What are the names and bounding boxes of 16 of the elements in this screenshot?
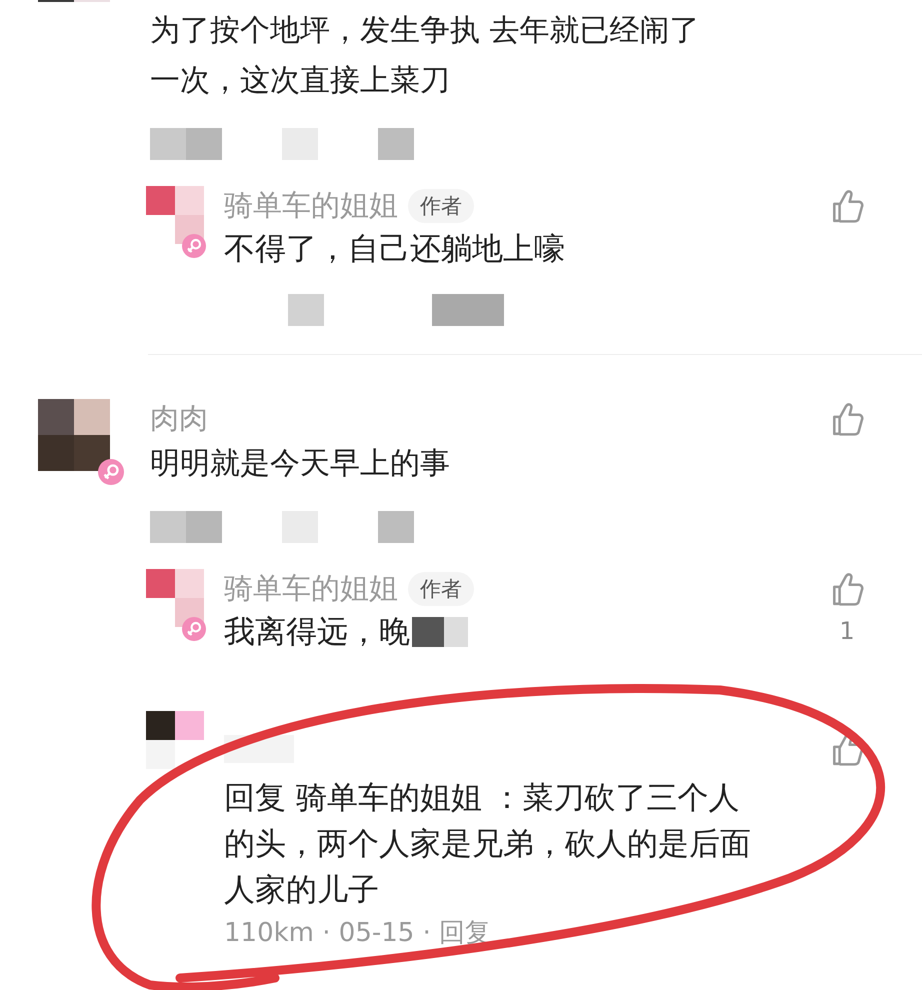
reply-text: 我离得远，晚 — [224, 613, 410, 652]
comment-text: 明明就是今天早上的事 — [150, 445, 451, 483]
author-badge: 作者 — [408, 189, 474, 223]
thumbs-up-icon[interactable] — [830, 401, 864, 437]
user-name[interactable]: 肉肉 — [150, 399, 208, 439]
author-badge: 作者 — [408, 572, 474, 606]
thumbs-up-icon[interactable] — [830, 188, 864, 224]
reply-text: 不得了，自己还躺地上嚎 — [224, 230, 565, 269]
reply-text: 回复 骑单车的姐姐 ：菜刀砍了三个人的头，两个人家是兄弟，砍人的是后面人家的儿子 — [224, 779, 752, 910]
comment-text: 为了按个地坪，发生争执 去年就已经闹了一次，这次直接上菜刀 — [150, 12, 701, 100]
user-name[interactable]: 骑单车的姐姐 — [224, 186, 398, 226]
like-count: 1 — [839, 617, 855, 645]
user-name[interactable]: 骑单车的姐姐 — [224, 569, 398, 609]
avatar[interactable] — [38, 399, 110, 471]
thumbs-up-icon[interactable] — [830, 571, 864, 607]
avatar[interactable] — [146, 711, 204, 769]
